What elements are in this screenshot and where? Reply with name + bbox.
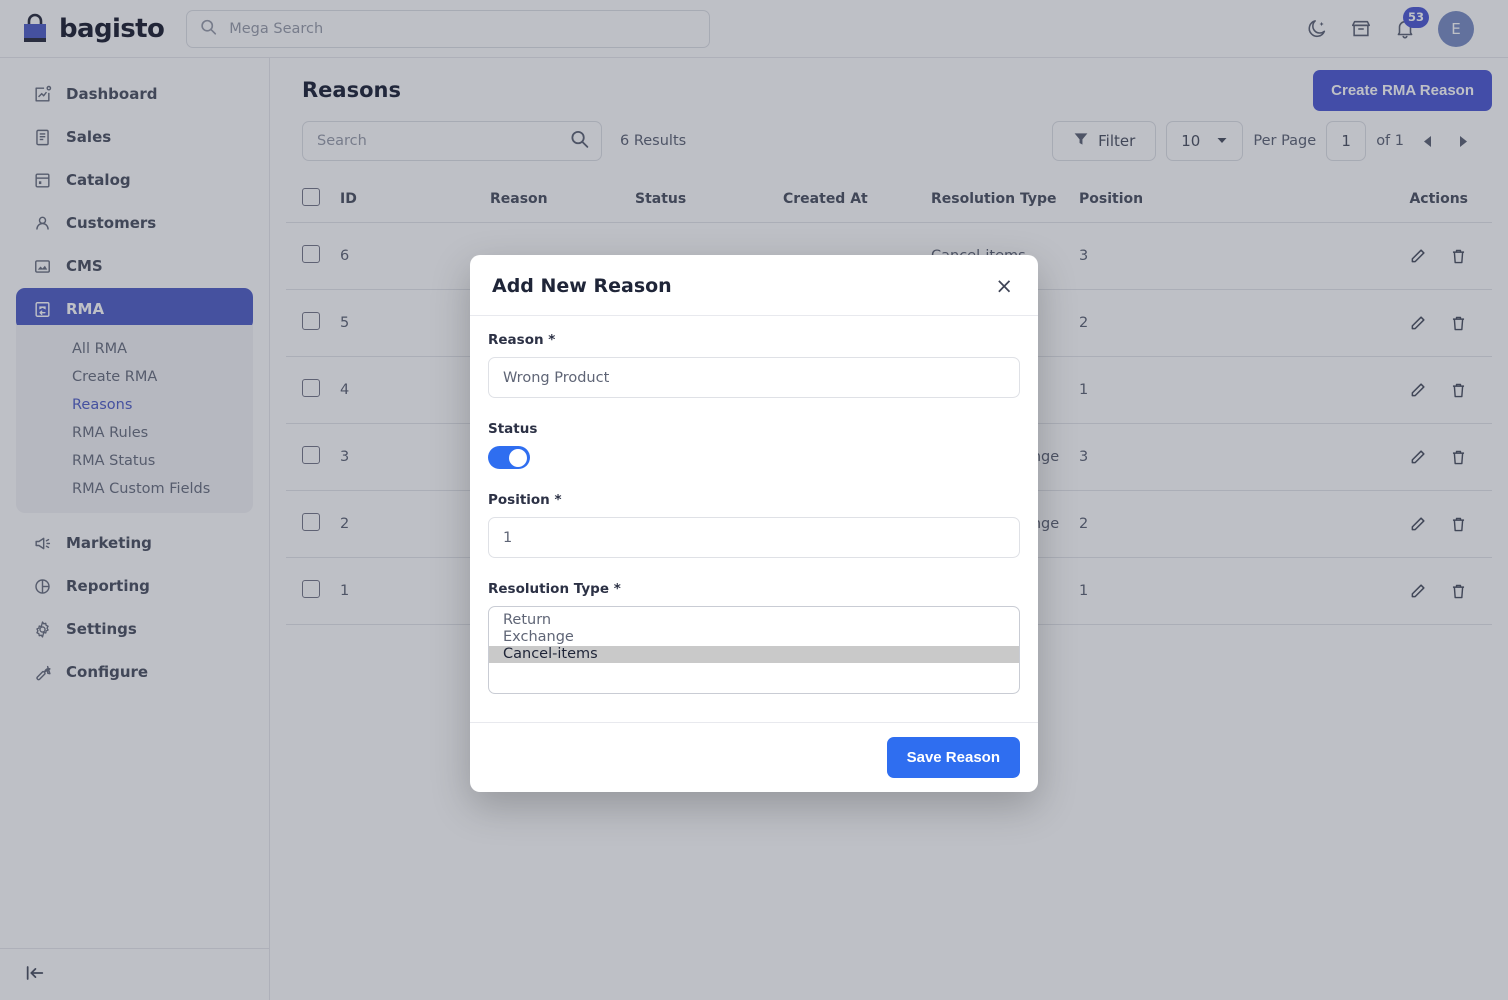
resolution-option[interactable]: Return	[489, 612, 1019, 629]
position-field: Position * 1	[488, 492, 1020, 558]
add-new-reason-modal: Add New Reason × Reason * Wrong Product …	[470, 255, 1038, 792]
status-field: Status	[488, 421, 1020, 469]
modal-header: Add New Reason ×	[470, 255, 1038, 316]
reason-input[interactable]: Wrong Product	[488, 357, 1020, 398]
resolution-type-listbox[interactable]: Return Exchange Cancel-items	[488, 606, 1020, 694]
save-reason-button[interactable]: Save Reason	[886, 737, 1020, 778]
toggle-knob	[509, 448, 527, 467]
status-label: Status	[488, 421, 538, 437]
status-toggle[interactable]	[488, 446, 530, 469]
close-icon[interactable]: ×	[992, 275, 1016, 297]
modal-body: Reason * Wrong Product Status Position *…	[470, 316, 1038, 722]
resolution-type-field: Resolution Type * Return Exchange Cancel-i…	[488, 581, 1020, 694]
position-input[interactable]: 1	[488, 517, 1020, 558]
reason-label: Reason *	[488, 332, 556, 348]
app-root: bagisto Mega Search 53 E Dashboard Sales…	[0, 0, 1508, 1000]
modal-title: Add New Reason	[492, 275, 672, 297]
resolution-type-label: Resolution Type *	[488, 581, 621, 597]
resolution-option[interactable]: Exchange	[489, 629, 1019, 646]
modal-footer: Save Reason	[470, 722, 1038, 792]
position-label: Position *	[488, 492, 562, 508]
reason-field: Reason * Wrong Product	[488, 332, 1020, 398]
resolution-option[interactable]: Cancel-items	[489, 646, 1019, 663]
